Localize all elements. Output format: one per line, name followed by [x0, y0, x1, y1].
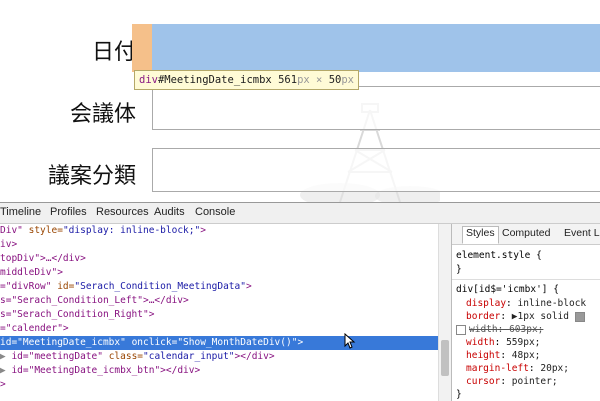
devtools-tabbar: Timeline Profiles Resources Audits Conso…: [0, 203, 600, 224]
inspector-margin-highlight: [132, 24, 152, 72]
dom-node-line[interactable]: Div" style="display: inline-block;">: [0, 224, 440, 238]
dom-node-line[interactable]: middleDiv">: [0, 266, 440, 280]
sidebar-tabbar: Styles Computed Event Li: [452, 224, 600, 245]
web-page-area: 日付 会議体 議案分類 div#MeetingDate_icmbx 561px …: [0, 0, 600, 202]
tooltip-id: #MeetingDate_icmbx: [157, 74, 272, 86]
dom-node-line[interactable]: >: [0, 378, 440, 392]
label-meeting-body: 会議体: [69, 102, 136, 127]
dom-node-line[interactable]: ="calender">: [0, 322, 440, 336]
dom-node-line[interactable]: ▶ id="meetingDate" class="calendar_input…: [0, 350, 440, 364]
tab-styles[interactable]: Styles: [462, 226, 499, 244]
dom-node-line-selected[interactable]: id="MeetingDate_icmbx" onclick="Show_Mon…: [0, 336, 440, 350]
tab-resources[interactable]: Resources: [96, 206, 149, 218]
style-prop-width[interactable]: width: 559px;: [466, 336, 600, 349]
date-field-highlighted[interactable]: [152, 24, 600, 72]
tab-timeline[interactable]: Timeline: [0, 206, 41, 218]
rule-close: }: [456, 389, 462, 400]
styles-sidebar: Styles Computed Event Li element.style {…: [451, 224, 600, 401]
label-agenda-category: 議案分類: [47, 164, 136, 189]
element-style-selector[interactable]: element.style {: [456, 249, 600, 262]
dom-node-line[interactable]: iv>: [0, 238, 440, 252]
rule-divider: [452, 279, 600, 280]
tab-computed[interactable]: Computed: [502, 227, 550, 239]
color-swatch-icon[interactable]: [574, 311, 585, 322]
tooltip-width: 561: [278, 74, 298, 86]
tooltip-height: 50: [328, 74, 342, 86]
style-prop-cursor[interactable]: cursor: pointer;: [466, 375, 600, 388]
element-style-close: }: [456, 264, 462, 275]
elements-tree: Div" style="display: inline-block;"> iv>…: [0, 224, 440, 401]
tooltip-width-unit: px: [297, 74, 310, 86]
property-checkbox[interactable]: [456, 324, 466, 335]
style-prop-margin-left[interactable]: margin-left: 20px;: [466, 362, 600, 375]
style-prop-height[interactable]: height: 48px;: [466, 349, 600, 362]
agenda-category-field[interactable]: [152, 148, 600, 192]
scrollbar-thumb[interactable]: [441, 340, 449, 376]
dom-node-line[interactable]: topDiv">…</div>: [0, 252, 440, 266]
dom-node-line[interactable]: s="Serach_Condition_Right">: [0, 308, 440, 322]
tooltip-times: ×: [316, 74, 323, 86]
meeting-body-field[interactable]: [152, 86, 600, 130]
rule-selector[interactable]: div[id$='icmbx'] {: [456, 283, 600, 296]
tab-event-listeners[interactable]: Event Li: [564, 227, 600, 239]
elements-scrollbar[interactable]: [438, 224, 451, 401]
tab-profiles[interactable]: Profiles: [50, 206, 87, 218]
tooltip-tag: div: [139, 74, 158, 86]
dom-node-line[interactable]: s="Serach_Condition_Left">…</div>: [0, 294, 440, 308]
dom-node-line[interactable]: ="divRow" id="Serach_Condition_MeetingDa…: [0, 280, 440, 294]
tab-console[interactable]: Console: [195, 206, 235, 218]
devtools-panel: Timeline Profiles Resources Audits Conso…: [0, 202, 600, 401]
style-prop-display[interactable]: display: inline-block: [466, 297, 600, 310]
style-prop-width-overridden[interactable]: width: 603px;: [456, 323, 600, 336]
tab-audits[interactable]: Audits: [154, 206, 185, 218]
mouse-cursor-icon: [344, 333, 356, 349]
inspector-tooltip: div#MeetingDate_icmbx 561px × 50px: [134, 70, 360, 90]
tooltip-height-unit: px: [341, 74, 355, 86]
dom-node-line[interactable]: ▶ id="MeetingDate_icmbx_btn"></div>: [0, 364, 440, 378]
style-prop-border[interactable]: border: ▶1px solid: [466, 310, 600, 323]
label-date: 日付: [91, 40, 136, 65]
